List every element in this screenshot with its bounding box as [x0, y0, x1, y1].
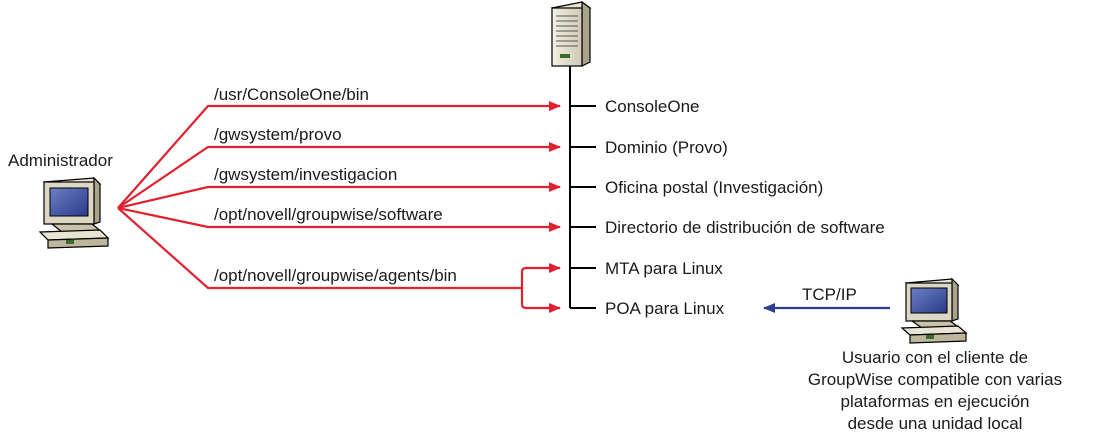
- tcpip-label: TCP/IP: [802, 285, 857, 304]
- user-caption-line-2: GroupWise compatible con varias: [808, 370, 1062, 389]
- user-caption: Usuario con el cliente de GroupWise comp…: [808, 348, 1062, 433]
- server-item-poa: POA para Linux: [605, 299, 725, 318]
- link-agents-mta: [520, 263, 561, 288]
- link-agents-poa: [520, 288, 561, 313]
- server-item-consoleone: ConsoleOne: [605, 97, 700, 116]
- server-tower-icon: [550, 0, 592, 67]
- path-label-software: /opt/novell/groupwise/software: [214, 205, 443, 224]
- groupwise-linux-diagram: ConsoleOne Dominio (Provo) Oficina posta…: [8, 0, 1062, 433]
- path-label-provo: /gwsystem/provo: [214, 125, 342, 144]
- admin-label: Administrador: [8, 151, 113, 170]
- server-item-post-office: Oficina postal (Investigación): [605, 178, 823, 197]
- server-item-software-directory: Directorio de distribución de software: [605, 218, 885, 237]
- server-backbone: [569, 66, 596, 309]
- path-label-consoleone: /usr/ConsoleOne/bin: [214, 85, 369, 104]
- path-label-investigacion: /gwsystem/investigacion: [214, 165, 397, 184]
- user-workstation-icon: [900, 277, 968, 344]
- admin-workstation-icon: [38, 176, 110, 249]
- path-label-agents: /opt/novell/groupwise/agents/bin: [214, 266, 457, 285]
- server-item-mta: MTA para Linux: [605, 259, 723, 278]
- user-caption-line-4: desde una unidad local: [848, 414, 1023, 433]
- user-caption-line-3: plataformas en ejecución: [840, 392, 1029, 411]
- user-caption-line-1: Usuario con el cliente de: [842, 348, 1028, 367]
- server-item-domain: Dominio (Provo): [605, 138, 728, 157]
